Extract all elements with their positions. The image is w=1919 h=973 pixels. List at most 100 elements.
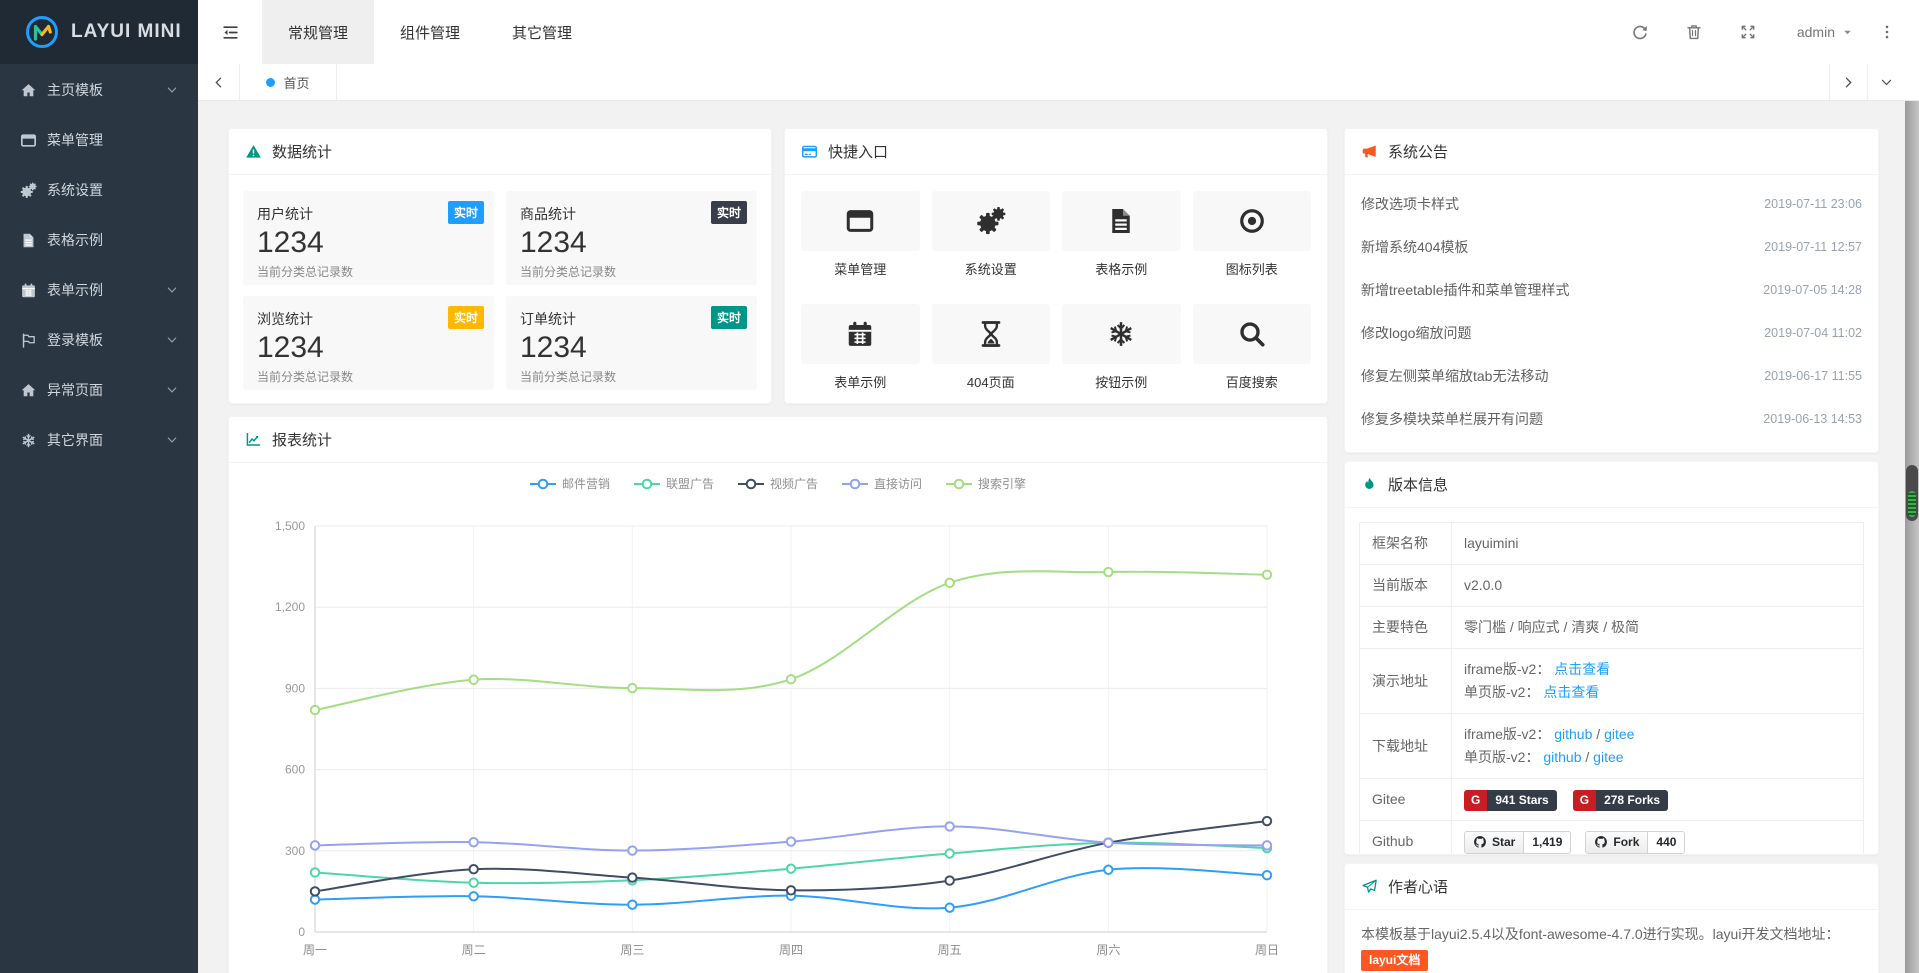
sidebar-item-label: 系统设置: [47, 180, 103, 200]
calendar-icon: [20, 282, 37, 299]
version-row-3: 演示地址iframe版-v2： 点击查看单页版-v2： 点击查看: [1360, 649, 1864, 714]
legend-label: 邮件营销: [562, 475, 610, 492]
announcement-time: 2019-06-13 14:53: [1763, 412, 1862, 426]
caret-down-icon: [1842, 27, 1853, 38]
app-logo[interactable]: LAYUI MINI: [0, 0, 198, 64]
github-badge[interactable]: Star1,419: [1464, 831, 1571, 854]
page-tab-bar: 首页: [198, 64, 1919, 101]
sidebar-item-0[interactable]: 主页模板: [0, 65, 198, 115]
sidebar-item-3[interactable]: 表格示例: [0, 215, 198, 265]
announcement-row-5[interactable]: 修复多模块菜单栏展开有问题2019-06-13 14:53: [1361, 397, 1862, 440]
announcement-row-3[interactable]: 修改logo缩放问题 2019-07-04 11:02: [1361, 311, 1862, 354]
announcement-row-0[interactable]: 修改选项卡样式2019-07-11 23:06: [1361, 182, 1862, 225]
version-row-label: 演示地址: [1360, 649, 1452, 714]
quick-item-0[interactable]: 菜单管理: [801, 191, 920, 278]
stats-panel-header: 数据统计: [229, 129, 771, 175]
stat-card-0: 用户统计1234当前分类总记录数实时: [243, 191, 494, 285]
snowflake-icon: [1062, 304, 1181, 364]
version-row-2: 主要特色零门槛 / 响应式 / 清爽 / 极简: [1360, 607, 1864, 649]
page-scrollbar: [1905, 101, 1919, 973]
more-options-icon[interactable]: [1879, 24, 1895, 40]
announcement-text: 修改logo缩放问题: [1361, 323, 1471, 343]
quick-item-label: 系统设置: [932, 261, 1051, 278]
version-row-label: 主要特色: [1360, 607, 1452, 649]
stat-subtitle: 当前分类总记录数: [520, 263, 743, 280]
quick-item-7[interactable]: 百度搜索: [1193, 304, 1312, 391]
tab-home[interactable]: 首页: [240, 64, 337, 100]
sidebar-item-7[interactable]: 其它界面: [0, 415, 198, 465]
announcements-title: 系统公告: [1388, 141, 1448, 162]
quick-item-1[interactable]: 系统设置: [932, 191, 1051, 278]
layui-doc-badge[interactable]: layui文档: [1361, 950, 1428, 971]
version-row-label: 下载地址: [1360, 714, 1452, 779]
quick-entry-header: 快捷入口: [785, 129, 1327, 175]
version-link[interactable]: gitee: [1593, 749, 1623, 765]
app-title: LAYUI MINI: [71, 21, 182, 43]
legend-item-4[interactable]: 搜索引擎: [946, 475, 1026, 492]
version-row-0: 框架名称layuimini: [1360, 523, 1864, 565]
version-link[interactable]: github: [1543, 749, 1581, 765]
tab-menu-button[interactable]: [1867, 64, 1905, 100]
realtime-badge: 实时: [711, 306, 747, 329]
user-name: admin: [1797, 24, 1835, 40]
sidebar-item-2[interactable]: 系统设置: [0, 165, 198, 215]
flag-icon: [20, 332, 37, 349]
announcement-time: 2019-07-04 11:02: [1764, 326, 1862, 340]
version-link[interactable]: 点击查看: [1554, 661, 1610, 677]
quick-item-2[interactable]: 表格示例: [1062, 191, 1181, 278]
gears-icon: [20, 182, 37, 199]
legend-item-0[interactable]: 邮件营销: [530, 475, 610, 492]
tab-scroll-left-button[interactable]: [198, 64, 240, 100]
legend-item-1[interactable]: 联盟广告: [634, 475, 714, 492]
legend-marker-icon: [842, 478, 868, 490]
sidebar-item-6[interactable]: 异常页面: [0, 365, 198, 415]
fullscreen-icon[interactable]: [1739, 23, 1757, 41]
quick-item-6[interactable]: 按钮示例: [1062, 304, 1181, 391]
stat-label: 商品统计: [520, 204, 743, 224]
chevron-down-icon: [166, 334, 178, 346]
user-dropdown[interactable]: admin: [1797, 24, 1853, 40]
github-badge-count: 440: [1648, 831, 1685, 854]
github-icon: [1594, 835, 1608, 849]
quick-entry-title: 快捷入口: [828, 141, 888, 162]
header-tab-2[interactable]: 其它管理: [486, 0, 598, 64]
trash-icon[interactable]: [1685, 23, 1703, 41]
sidebar-item-5[interactable]: 登录模板: [0, 315, 198, 365]
announcement-row-2[interactable]: 新增treetable插件和菜单管理样式2019-07-05 14:28: [1361, 268, 1862, 311]
top-header: 常规管理组件管理其它管理 admin: [198, 0, 1919, 64]
refresh-icon[interactable]: [1631, 23, 1649, 41]
sidebar-item-4[interactable]: 表单示例: [0, 265, 198, 315]
header-tab-1[interactable]: 组件管理: [374, 0, 486, 64]
announcement-row-4[interactable]: 修复左侧菜单缩放tab无法移动2019-06-17 11:55: [1361, 354, 1862, 397]
legend-item-2[interactable]: 视频广告: [738, 475, 818, 492]
tab-home-label: 首页: [283, 73, 309, 92]
sidebar-item-1[interactable]: 菜单管理: [0, 115, 198, 165]
quick-item-4[interactable]: 表单示例: [801, 304, 920, 391]
legend-item-3[interactable]: 直接访问: [842, 475, 922, 492]
stat-subtitle: 当前分类总记录数: [257, 263, 480, 280]
gitee-badge[interactable]: G278 Forks: [1573, 790, 1668, 811]
quick-item-3[interactable]: 图标列表: [1193, 191, 1312, 278]
chevron-down-icon: [1880, 76, 1893, 89]
gears-icon: [932, 191, 1051, 251]
stat-card-1: 商品统计1234当前分类总记录数实时: [506, 191, 757, 285]
version-link[interactable]: 点击查看: [1543, 684, 1599, 700]
sidebar-collapse-button[interactable]: [198, 0, 262, 64]
gitee-badge[interactable]: G941 Stars: [1464, 790, 1557, 811]
realtime-badge: 实时: [448, 306, 484, 329]
version-row-value: iframe版-v2： github / gitee单页版-v2： github…: [1452, 714, 1864, 779]
version-row-1: 当前版本v2.0.0: [1360, 565, 1864, 607]
tab-scroll-right-button[interactable]: [1829, 64, 1867, 100]
sidebar-item-label: 主页模板: [47, 80, 103, 100]
header-tab-0[interactable]: 常规管理: [262, 0, 374, 64]
quick-item-5[interactable]: 404页面: [932, 304, 1051, 391]
version-link[interactable]: github: [1554, 726, 1592, 742]
version-table: 框架名称layuimini当前版本v2.0.0主要特色零门槛 / 响应式 / 清…: [1359, 522, 1864, 855]
announcement-row-1[interactable]: 新增系统404模板2019-07-11 12:57: [1361, 225, 1862, 268]
stats-panel-title: 数据统计: [272, 141, 332, 162]
github-badge[interactable]: Fork440: [1585, 831, 1685, 854]
chevron-down-icon: [166, 84, 178, 96]
version-link[interactable]: gitee: [1604, 726, 1634, 742]
scrollbar-thumb[interactable]: [1906, 465, 1918, 521]
version-line-prefix: 单页版-v2：: [1464, 749, 1543, 765]
